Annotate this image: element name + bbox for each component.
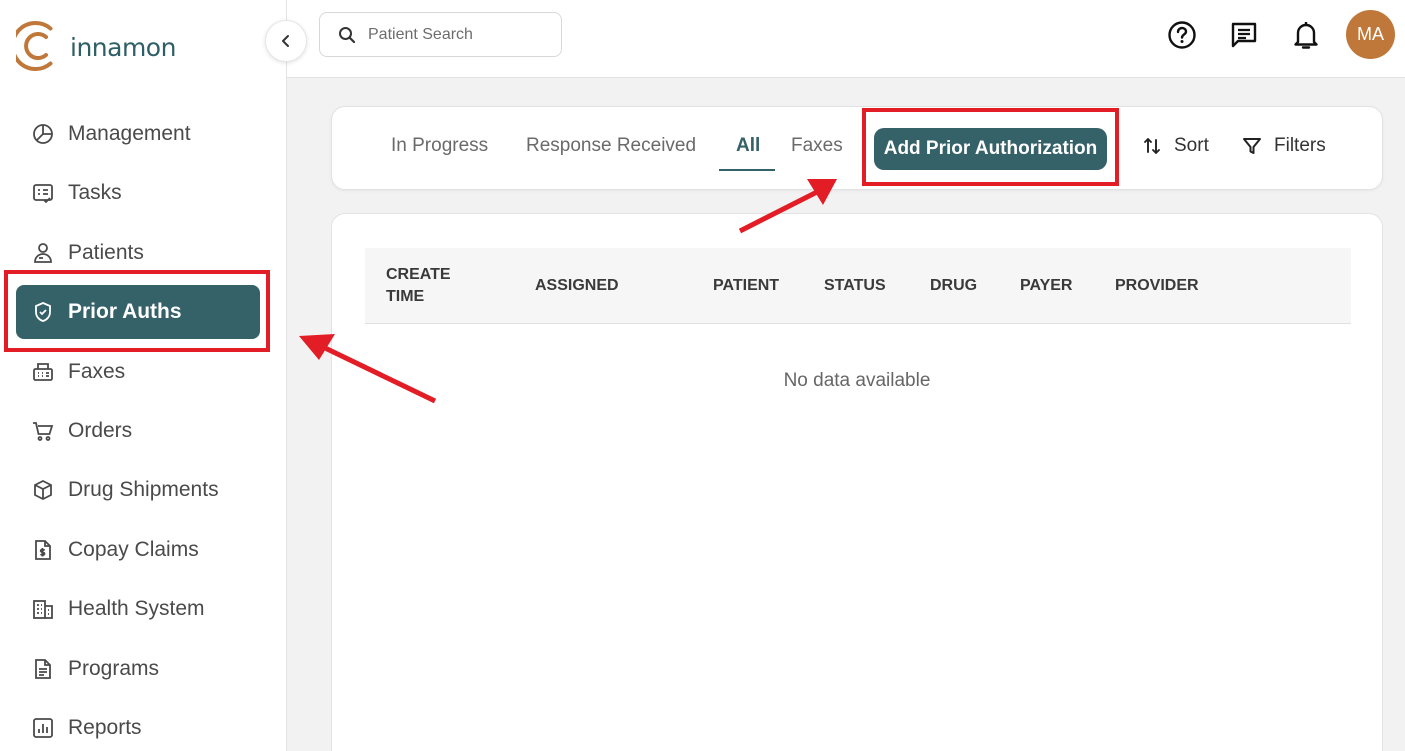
- package-icon: [32, 479, 54, 501]
- prior-auths-table-card: CREATE TIME ASSIGNED PATIENT STATUS DRUG…: [331, 213, 1383, 751]
- chat-icon: [1231, 22, 1257, 47]
- sidebar-item-label: Tasks: [68, 181, 122, 205]
- help-icon: [1168, 20, 1196, 49]
- logo-icon: [16, 21, 53, 71]
- filter-icon: [1242, 136, 1262, 156]
- sidebar-item-label: Reports: [68, 715, 142, 739]
- app-logo[interactable]: innamon: [16, 18, 176, 74]
- sort-label: Sort: [1174, 135, 1209, 156]
- chevron-left-icon: [282, 35, 289, 47]
- tab-all[interactable]: All: [736, 135, 760, 157]
- column-header-assigned[interactable]: ASSIGNED: [535, 275, 619, 297]
- sidebar: innamon Management Tasks Patients Prior …: [0, 0, 287, 751]
- column-header-drug[interactable]: DRUG: [930, 275, 977, 297]
- table-header: CREATE TIME ASSIGNED PATIENT STATUS DRUG…: [365, 248, 1351, 324]
- tab-in-progress[interactable]: In Progress: [391, 135, 488, 157]
- sidebar-item-orders[interactable]: Orders: [16, 404, 260, 458]
- column-header-provider[interactable]: PROVIDER: [1115, 275, 1199, 297]
- notifications-button[interactable]: [1290, 19, 1322, 51]
- tab-response-received[interactable]: Response Received: [526, 135, 696, 157]
- column-header-payer[interactable]: PAYER: [1020, 275, 1072, 297]
- empty-state-text: No data available: [783, 370, 931, 391]
- sidebar-item-tasks[interactable]: Tasks: [16, 166, 260, 220]
- sidebar-item-label: Health System: [68, 597, 205, 621]
- sidebar-item-faxes[interactable]: Faxes: [16, 345, 260, 399]
- chart-pie-icon: [32, 123, 54, 145]
- user-avatar[interactable]: MA: [1346, 10, 1395, 59]
- column-header-patient[interactable]: PATIENT: [713, 275, 779, 297]
- bell-icon: [1294, 21, 1318, 49]
- bar-chart-icon: [32, 717, 54, 739]
- add-prior-authorization-button[interactable]: Add Prior Authorization: [874, 128, 1107, 170]
- filters-button[interactable]: Filters: [1242, 135, 1326, 157]
- patient-icon: [32, 242, 54, 264]
- building-icon: [32, 598, 54, 620]
- topbar-actions: MA: [1166, 10, 1395, 59]
- patient-search[interactable]: [319, 12, 562, 57]
- sidebar-item-reports[interactable]: Reports: [16, 701, 260, 751]
- sidebar-item-label: Copay Claims: [68, 537, 199, 561]
- topbar: MA: [287, 0, 1405, 78]
- sort-button[interactable]: Sort: [1142, 135, 1209, 157]
- column-header-create-time[interactable]: CREATE TIME: [386, 264, 476, 308]
- active-tab-indicator: [719, 169, 775, 171]
- sidebar-collapse-button[interactable]: [265, 20, 307, 62]
- column-header-status[interactable]: STATUS: [824, 275, 886, 297]
- sidebar-nav: Management Tasks Patients Prior Auths Fa…: [16, 107, 260, 751]
- dollar-document-icon: [32, 539, 54, 561]
- tab-faxes[interactable]: Faxes: [791, 135, 843, 157]
- document-icon: [32, 658, 54, 680]
- sidebar-item-label: Prior Auths: [68, 300, 182, 324]
- sidebar-item-copay-claims[interactable]: Copay Claims: [16, 523, 260, 577]
- help-button[interactable]: [1166, 19, 1198, 51]
- sidebar-item-label: Management: [68, 122, 191, 145]
- sidebar-item-drug-shipments[interactable]: Drug Shipments: [16, 463, 260, 517]
- task-list-icon: [32, 182, 54, 204]
- sort-icon: [1142, 136, 1162, 156]
- fax-icon: [32, 361, 54, 383]
- sidebar-item-label: Faxes: [68, 359, 126, 383]
- cart-icon: [32, 420, 54, 442]
- messages-button[interactable]: [1228, 19, 1260, 51]
- shield-check-icon: [32, 301, 54, 323]
- sidebar-item-label: Orders: [68, 418, 133, 442]
- sidebar-item-label: Patients: [68, 240, 144, 264]
- sidebar-item-label: Drug Shipments: [68, 478, 219, 502]
- sidebar-item-management[interactable]: Management: [16, 107, 260, 161]
- sidebar-item-programs[interactable]: Programs: [16, 642, 260, 696]
- search-icon: [339, 26, 356, 43]
- filters-label: Filters: [1274, 135, 1326, 156]
- tabs-toolbar: In Progress Response Received All Faxes …: [331, 106, 1383, 190]
- sidebar-item-health-system[interactable]: Health System: [16, 582, 260, 636]
- logo-text: innamon: [70, 32, 176, 62]
- sidebar-item-prior-auths[interactable]: Prior Auths: [16, 285, 260, 340]
- sidebar-item-label: Programs: [68, 656, 160, 680]
- search-input[interactable]: [368, 25, 548, 44]
- sidebar-item-patients[interactable]: Patients: [16, 226, 260, 280]
